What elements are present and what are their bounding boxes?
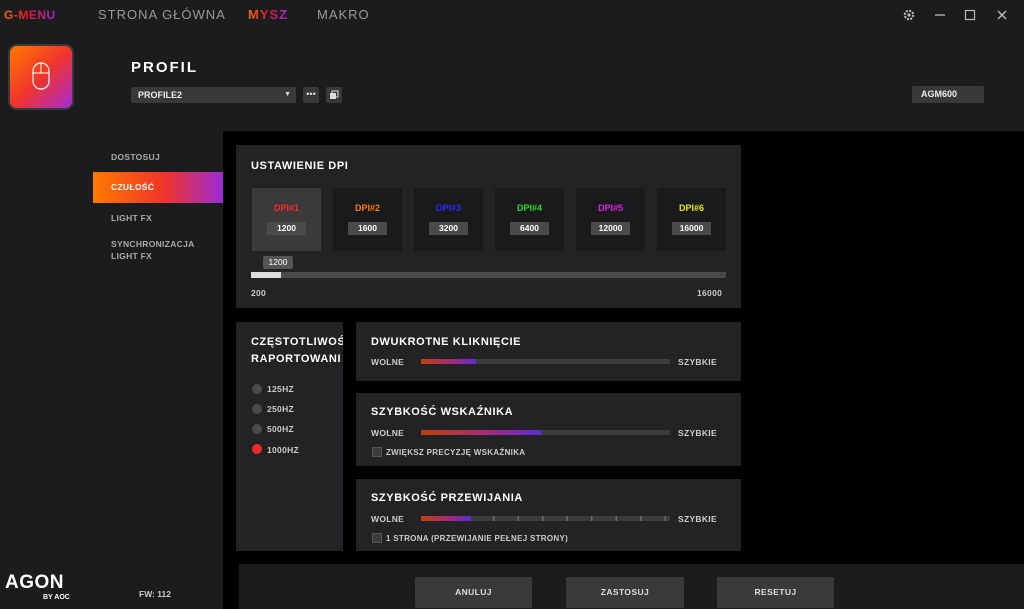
profile-select-value: PROFILE2 [138,90,183,100]
radio-250hz[interactable] [252,404,262,414]
dpi-stage-label: DPI#2 [354,203,380,213]
dpi-stage-6[interactable]: DPI#6 16000 [657,188,726,251]
dpi-stage-label: DPI#4 [516,203,542,213]
double-click-slider[interactable] [421,359,670,364]
tab-strona-glowna[interactable]: STRONA GŁÓWNA [98,7,226,22]
tab-mysz[interactable]: MYSZ [248,7,288,22]
slow-label: WOLNE [371,357,405,367]
slider-fill [421,359,476,364]
slow-label: WOLNE [371,514,405,524]
dpi-slider-tooltip: 1200 [263,256,293,269]
profile-header [93,30,1024,131]
dpi-stage-value: 12000 [591,222,630,235]
slow-label: WOLNE [371,428,405,438]
scroll-speed-title: SZYBKOŚĆ PRZEWIJANIA [371,492,523,504]
radio-label: 250HZ [267,404,295,414]
app-brand: G-MENU [4,8,56,22]
mouse-icon [32,62,50,90]
dpi-slider-fill [251,272,282,278]
dpi-stage-2[interactable]: DPI#2 1600 [333,188,402,251]
dpi-title: USTAWIENIE DPI [251,160,349,172]
dpi-stage-4[interactable]: DPI#4 6400 [495,188,564,251]
radio-500hz[interactable] [252,424,262,434]
copy-icon[interactable] [326,87,342,103]
more-icon[interactable]: ••• [303,87,319,103]
dpi-max-label: 16000 [697,288,723,298]
sidebar-item-dostosuj[interactable]: DOSTOSUJ [93,151,223,163]
maximize-icon[interactable] [960,5,980,25]
dpi-stage-value: 1600 [348,222,387,235]
tab-makro[interactable]: MAKRO [317,7,370,22]
dpi-stage-label: DPI#3 [435,203,461,213]
dpi-stage-label: DPI#5 [597,203,623,213]
pointer-speed-title: SZYBKOŚĆ WSKAŹNIKA [371,406,514,418]
dpi-stage-value: 1200 [267,222,306,235]
fast-label: SZYBKIE [678,428,717,438]
cancel-button[interactable]: ANULUJ [415,577,532,608]
dpi-slider[interactable] [251,272,726,278]
dpi-stage-value: 16000 [672,222,711,235]
chevron-down-icon: ▼ [284,91,291,98]
radio-125hz[interactable] [252,384,262,394]
fast-label: SZYBKIE [678,357,717,367]
radio-1000hz[interactable] [252,444,262,454]
full-page-checkbox[interactable] [372,533,382,543]
minimize-icon[interactable] [930,5,950,25]
report-rate-title-line1: CZĘSTOTLIWOŚ [251,336,343,348]
dpi-stage-1[interactable]: DPI#1 1200 [252,188,321,251]
reset-button[interactable]: RESETUJ [717,577,834,608]
dpi-stage-3[interactable]: DPI#3 3200 [414,188,483,251]
sidebar-item-czulosc[interactable]: CZUŁOŚĆ [93,172,223,203]
full-page-checkbox-label: 1 STRONA (PRZEWIJANIE PEŁNEJ STRONY) [386,534,569,543]
dpi-stage-value: 3200 [429,222,468,235]
agon-logo: AGON [5,572,64,593]
sidebar-item-sync-light-fx[interactable]: SYNCHRONIZACJA LIGHT FX [93,238,223,262]
device-model: AGM600 [912,86,984,103]
sidebar-item-light-fx[interactable]: LIGHT FX [93,212,223,224]
radio-label: 1000HZ [267,445,300,455]
report-rate-title-line2: RAPORTOWANI [251,353,342,365]
pointer-speed-slider[interactable] [421,430,670,435]
device-tile[interactable] [8,44,74,110]
gear-icon[interactable] [899,5,919,25]
radio-label: 500HZ [267,424,295,434]
precision-checkbox-label: ZWIĘKSZ PRECYZJĘ WSKAŹNIKA [386,448,526,457]
scroll-speed-slider[interactable] [421,516,670,521]
double-click-panel [356,322,741,381]
radio-label: 125HZ [267,384,295,394]
double-click-title: DWUKROTNE KLIKNIĘCIE [371,336,522,348]
precision-checkbox[interactable] [372,447,382,457]
fast-label: SZYBKIE [678,514,717,524]
page-title: PROFIL [131,59,198,76]
profile-select[interactable]: PROFILE2 ▼ [131,87,296,103]
close-icon[interactable] [992,5,1012,25]
firmware-version: FW: 112 [139,589,171,599]
apply-button[interactable]: ZASTOSUJ [566,577,684,608]
dpi-stage-label: DPI#6 [678,203,704,213]
aoc-logo: BY AOC [43,594,70,601]
dpi-stage-label: DPI#1 [273,203,299,213]
dpi-min-label: 200 [251,288,267,298]
slider-fill [421,516,471,521]
device-rail [0,30,93,609]
report-rate-panel: CZĘSTOTLIWOŚ RAPORTOWANI [236,322,343,551]
dpi-stage-value: 6400 [510,222,549,235]
slider-fill [421,430,541,435]
dpi-stage-5[interactable]: DPI#5 12000 [576,188,645,251]
